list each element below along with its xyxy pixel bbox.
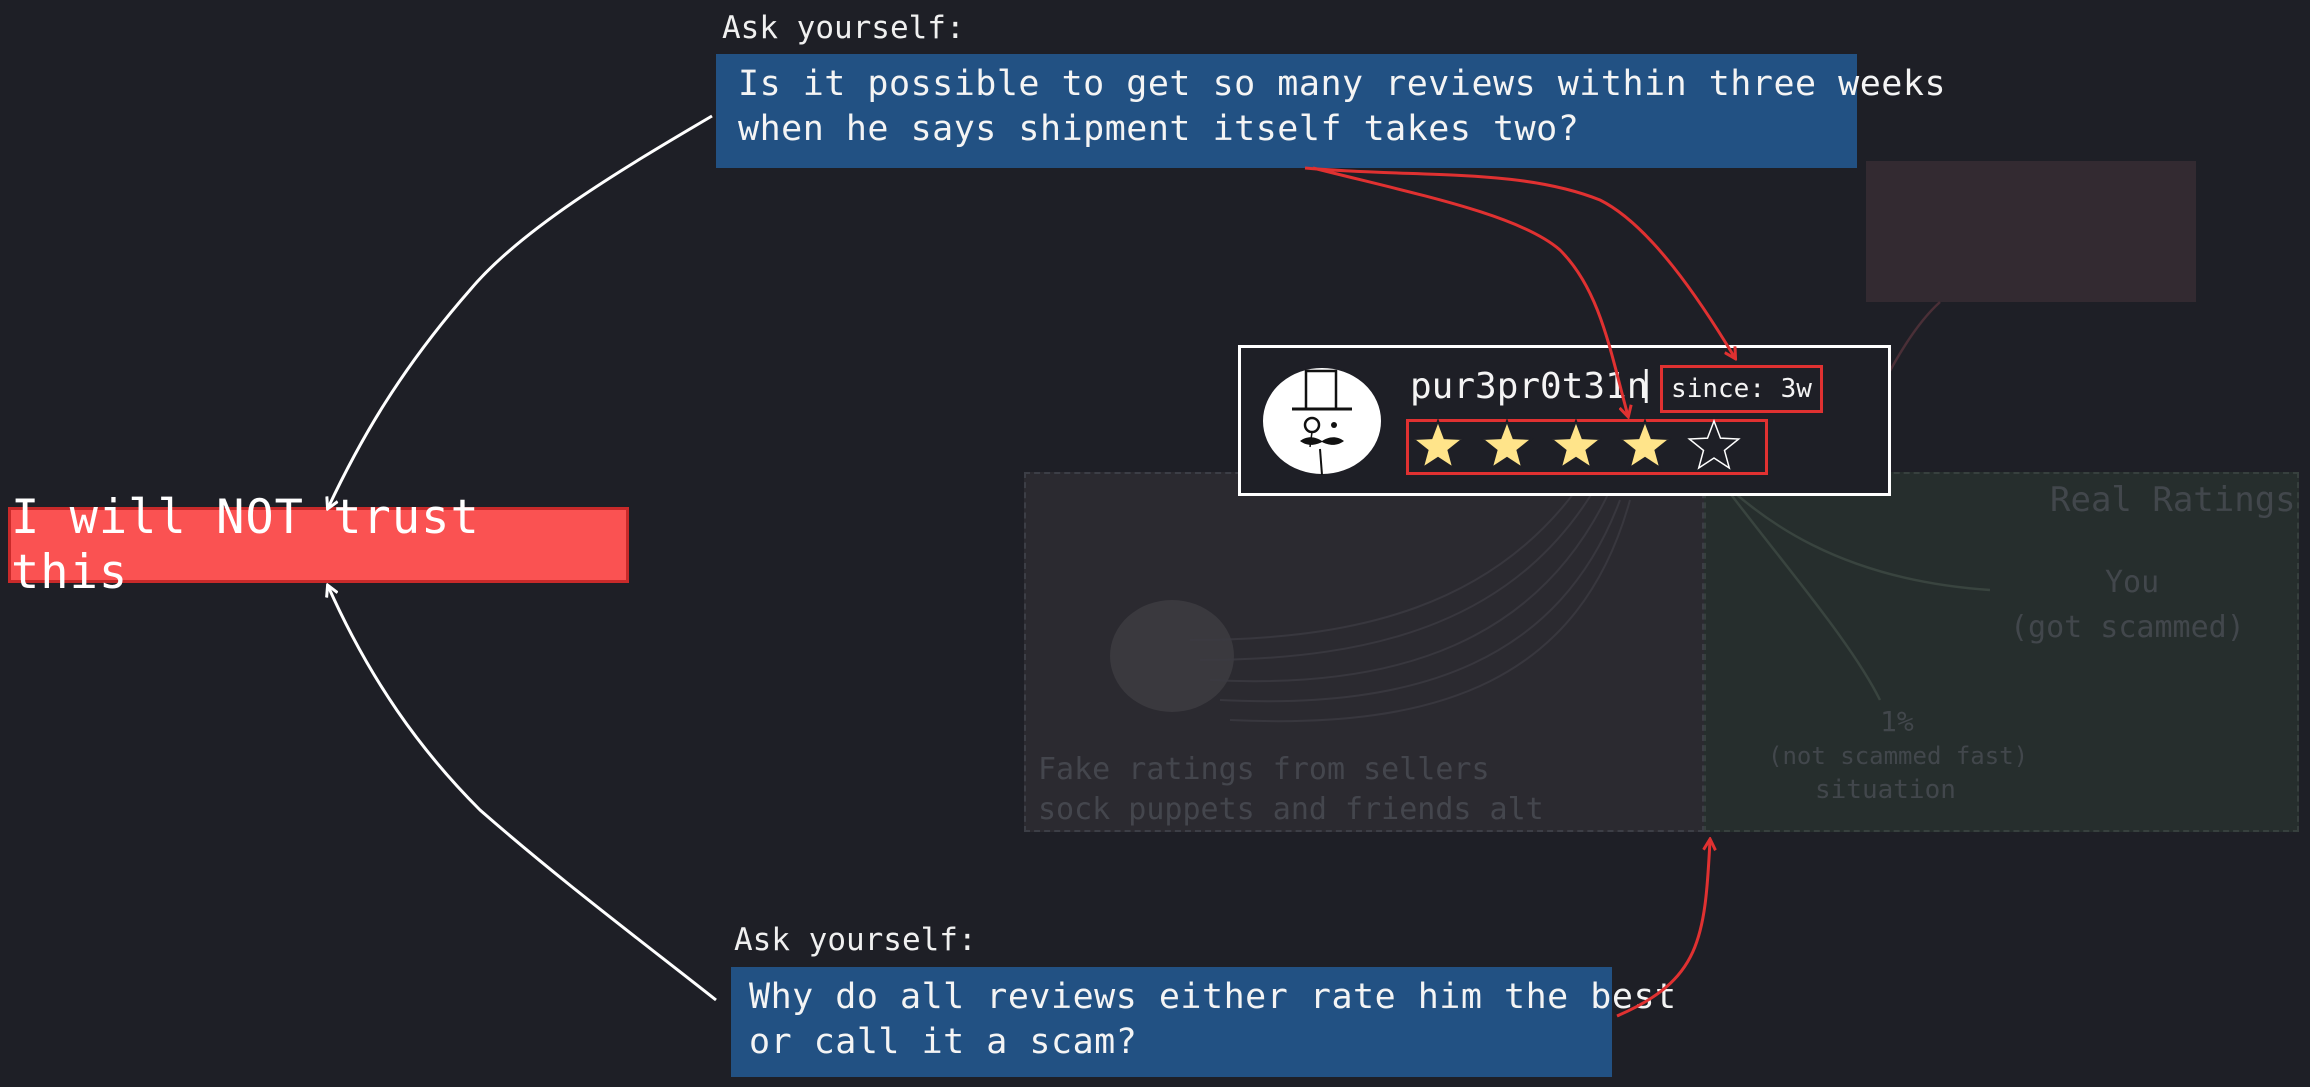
arrow-top-to-since <box>1304 166 1735 358</box>
arrow-top-to-stars <box>1312 166 1628 416</box>
arrow-bottom-to-verdict <box>328 586 717 1002</box>
arrow-top-to-verdict <box>328 114 713 508</box>
arrows-layer <box>0 114 2310 1018</box>
arrow-bottom-to-panels <box>1616 840 1710 1018</box>
